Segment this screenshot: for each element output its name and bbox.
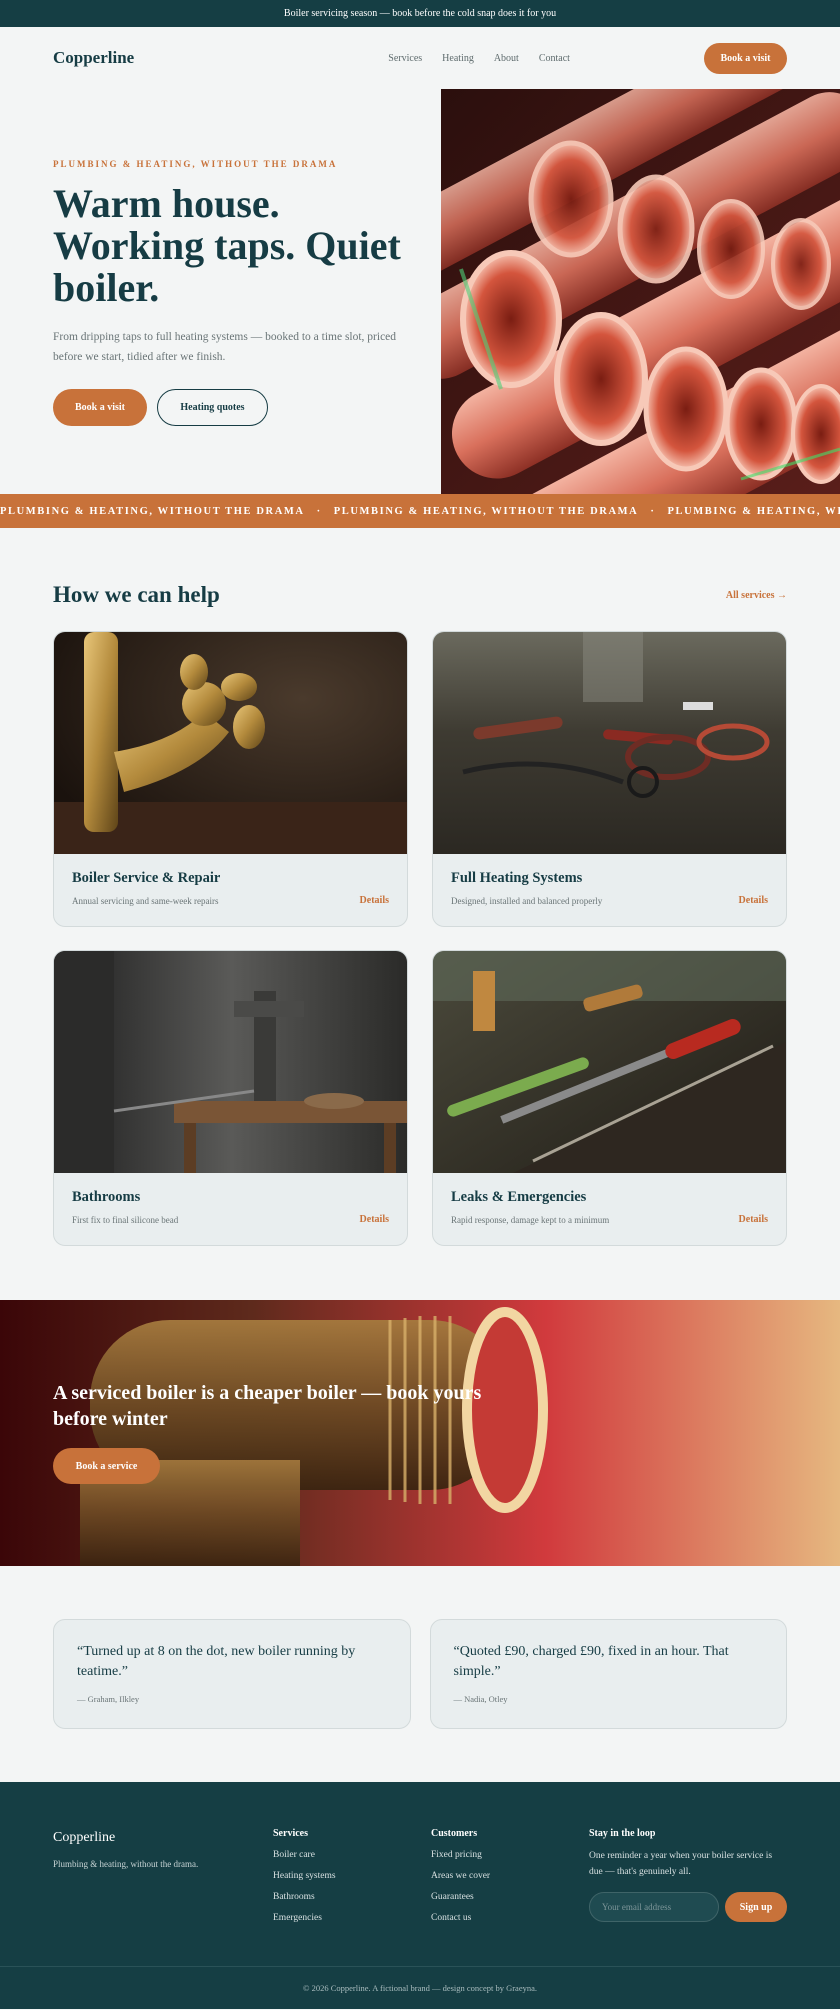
book-service-button[interactable]: Book a service xyxy=(53,1448,160,1484)
footer-customers-heading: Customers xyxy=(431,1828,478,1839)
footer-columns: Copperline Plumbing & heating, without t… xyxy=(53,1828,787,1923)
service-card-heating[interactable]: Full Heating Systems Designed, installed… xyxy=(432,631,787,927)
card-description: First fix to final silicone bead xyxy=(72,1214,179,1225)
footer-brand: Copperline Plumbing & heating, without t… xyxy=(53,1828,273,1923)
card-body: Leaks & Emergencies Rapid response, dama… xyxy=(433,1173,786,1225)
testimonial-quote: “Quoted £90, charged £90, fixed in an ho… xyxy=(453,1644,729,1679)
footer-services: Services Boiler care Heating systems Bat… xyxy=(273,1828,431,1923)
nav-services[interactable]: Services xyxy=(388,53,422,64)
workbench-tools-image xyxy=(433,632,786,854)
testimonials-section: “Turned up at 8 on the dot, new boiler r… xyxy=(0,1566,840,1729)
card-details-link[interactable]: Details xyxy=(739,1214,768,1225)
newsletter-heading: Stay in the loop xyxy=(589,1828,656,1839)
footer-link-guarantees[interactable]: Guarantees xyxy=(431,1892,589,1902)
hero-subtitle: From dripping taps to full heating syste… xyxy=(53,331,397,363)
footer-tagline: Plumbing & heating, without the drama. xyxy=(53,1859,199,1869)
copyright-text: © 2026 Copperline. A fictional brand — d… xyxy=(302,1983,537,1993)
main-nav: Services Heating About Contact xyxy=(388,53,570,64)
ticker-separator: · xyxy=(650,505,656,517)
hero-book-button[interactable]: Book a visit xyxy=(53,389,147,426)
card-meta: Designed, installed and balanced properl… xyxy=(451,895,768,906)
site-header: Copperline Services Heating About Contac… xyxy=(0,27,840,89)
card-description: Designed, installed and balanced properl… xyxy=(451,895,603,906)
all-services-link[interactable]: All services → xyxy=(726,590,787,601)
announcement-text: Boiler servicing season — book before th… xyxy=(283,8,557,19)
hero-title: Warm house. Working taps. Quiet boiler. xyxy=(53,181,401,310)
site-footer: Copperline Plumbing & heating, without t… xyxy=(0,1782,840,2009)
footer-newsletter: Stay in the loop One reminder a year whe… xyxy=(589,1828,787,1923)
card-body: Boiler Service & Repair Annual servicing… xyxy=(54,854,407,906)
services-section: How we can help All services → Boiler Se… xyxy=(0,528,840,1246)
card-meta: Annual servicing and same-week repairs D… xyxy=(72,895,389,906)
hero-content: PLUMBING & HEATING, WITHOUT THE DRAMA Wa… xyxy=(53,159,413,426)
hero-quotes-button[interactable]: Heating quotes xyxy=(157,389,268,426)
footer-link-contact[interactable]: Contact us xyxy=(431,1913,589,1923)
card-title: Leaks & Emergencies xyxy=(451,1189,587,1205)
ticker-item: PLUMBING & HEATING, WITHOUT THE DRAMA xyxy=(0,505,305,517)
newsletter-signup-button[interactable]: Sign up xyxy=(725,1892,787,1922)
card-details-link[interactable]: Details xyxy=(360,895,389,906)
hand-tools-saw-image xyxy=(433,951,786,1173)
footer-link-areas[interactable]: Areas we cover xyxy=(431,1871,589,1881)
logo[interactable]: Copperline xyxy=(53,48,134,68)
testimonial-card: “Turned up at 8 on the dot, new boiler r… xyxy=(53,1619,411,1729)
footer-link-bathrooms[interactable]: Bathrooms xyxy=(273,1892,431,1902)
services-title: How we can help xyxy=(53,582,220,607)
promo-title: A serviced boiler is a cheaper boiler — … xyxy=(53,1382,482,1430)
footer-bottom: © 2026 Copperline. A fictional brand — d… xyxy=(0,1966,840,2009)
services-header: How we can help All services → xyxy=(53,582,787,608)
ticker-item: PLUMBING & HEATING, WITHOUT THE DRAMA xyxy=(333,505,639,517)
footer-link-boiler-care[interactable]: Boiler care xyxy=(273,1850,431,1860)
card-body: Full Heating Systems Designed, installed… xyxy=(433,854,786,906)
card-meta: First fix to final silicone bead Details xyxy=(72,1214,389,1225)
card-title: Boiler Service & Repair xyxy=(72,870,221,886)
hero-eyebrow: PLUMBING & HEATING, WITHOUT THE DRAMA xyxy=(53,159,338,169)
footer-logo[interactable]: Copperline xyxy=(53,1830,273,1846)
card-body: Bathrooms First fix to final silicone be… xyxy=(54,1173,407,1225)
card-details-link[interactable]: Details xyxy=(360,1214,389,1225)
footer-link-fixed-pricing[interactable]: Fixed pricing xyxy=(431,1850,589,1860)
promo-content: A serviced boiler is a cheaper boiler — … xyxy=(53,1380,493,1484)
brass-tap-image xyxy=(54,632,407,854)
footer-link-heating-systems[interactable]: Heating systems xyxy=(273,1871,431,1881)
testimonial-quote: “Turned up at 8 on the dot, new boiler r… xyxy=(77,1644,356,1679)
hero-actions: Book a visit Heating quotes xyxy=(53,389,413,426)
nav-about[interactable]: About xyxy=(494,53,519,64)
service-card-bathrooms[interactable]: Bathrooms First fix to final silicone be… xyxy=(53,950,408,1246)
marquee-ticker: PLUMBING & HEATING, WITHOUT THE DRAMA · … xyxy=(0,494,840,528)
promo-banner: A serviced boiler is a cheaper boiler — … xyxy=(0,1300,840,1566)
newsletter-email-input[interactable] xyxy=(589,1892,719,1922)
announcement-bar: Boiler servicing season — book before th… xyxy=(0,0,840,27)
testimonial-author: — Graham, Ilkley xyxy=(77,1694,140,1704)
services-grid: Boiler Service & Repair Annual servicing… xyxy=(53,631,787,1246)
service-card-leaks[interactable]: Leaks & Emergencies Rapid response, dama… xyxy=(432,950,787,1246)
header-book-button[interactable]: Book a visit xyxy=(703,42,787,74)
testimonial-author: — Nadia, Otley xyxy=(453,1694,508,1704)
ticker-separator: · xyxy=(316,505,322,517)
footer-link-emergencies[interactable]: Emergencies xyxy=(273,1913,431,1923)
card-details-link[interactable]: Details xyxy=(739,895,768,906)
nav-heating[interactable]: Heating xyxy=(442,53,474,64)
footer-customers: Customers Fixed pricing Areas we cover G… xyxy=(431,1828,589,1923)
card-meta: Rapid response, damage kept to a minimum… xyxy=(451,1214,768,1225)
card-description: Rapid response, damage kept to a minimum xyxy=(451,1214,610,1225)
hero-copper-pipes-image xyxy=(441,89,840,494)
ticker-item: PLUMBING & HEATING, WITHOUT THE DRAMA xyxy=(667,505,840,517)
card-description: Annual servicing and same-week repairs xyxy=(72,895,219,906)
newsletter-text: One reminder a year when your boiler ser… xyxy=(589,1851,773,1877)
workshop-vice-image xyxy=(54,951,407,1173)
nav-contact[interactable]: Contact xyxy=(539,53,570,64)
card-title: Full Heating Systems xyxy=(451,870,583,886)
footer-services-heading: Services xyxy=(273,1828,308,1839)
newsletter-form: Sign up xyxy=(589,1892,787,1922)
testimonial-card: “Quoted £90, charged £90, fixed in an ho… xyxy=(429,1619,787,1729)
service-card-boiler[interactable]: Boiler Service & Repair Annual servicing… xyxy=(53,631,408,927)
card-title: Bathrooms xyxy=(72,1189,141,1205)
hero: PLUMBING & HEATING, WITHOUT THE DRAMA Wa… xyxy=(0,89,840,494)
